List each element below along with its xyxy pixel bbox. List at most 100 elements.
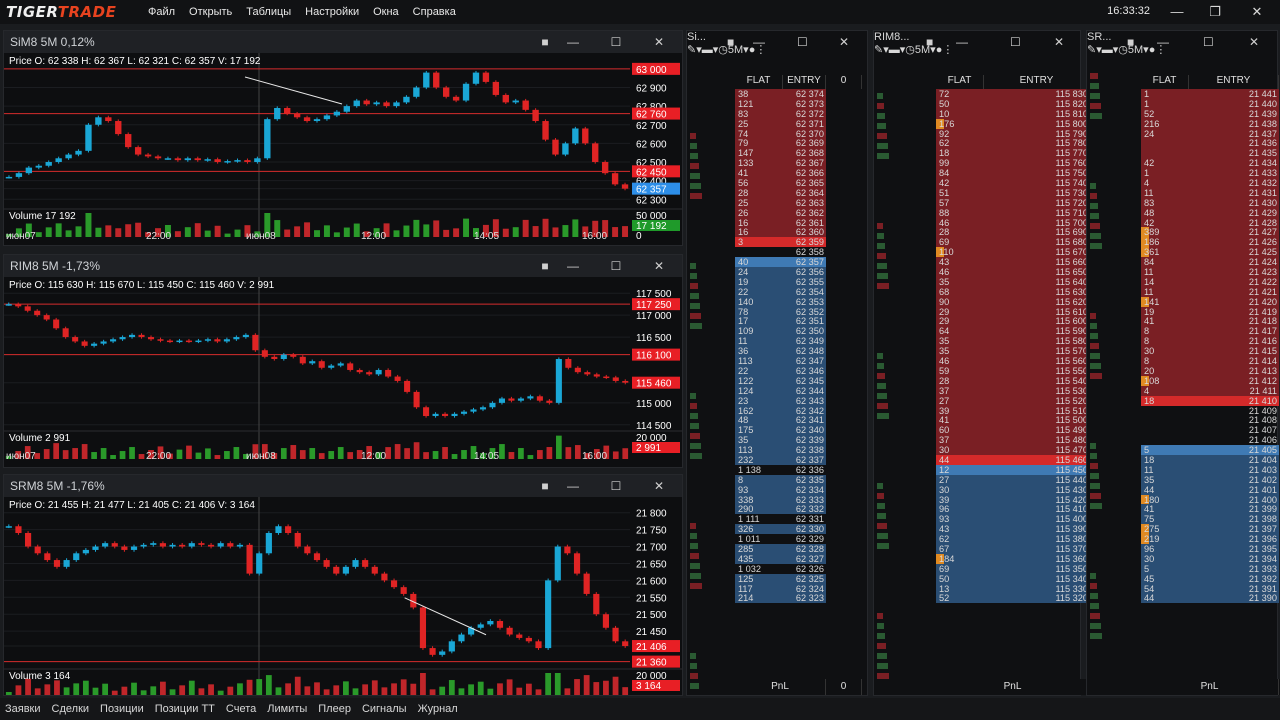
dom-volume[interactable]: 275 (1141, 524, 1189, 534)
dom-price[interactable]: 62 344 (783, 385, 826, 396)
dom-volume[interactable]: 44 (1141, 593, 1189, 603)
dom-price[interactable]: 62 353 (783, 296, 826, 307)
dom-price[interactable]: 21 416 (1189, 336, 1279, 346)
dom-row[interactable]: 45 21 392 (1141, 573, 1279, 584)
dom-volume[interactable] (1141, 406, 1189, 416)
dom-price[interactable]: 21 438 (1189, 118, 1279, 129)
dom-price[interactable]: 115 320 (984, 593, 1090, 603)
dom-price[interactable]: 62 363 (783, 197, 826, 208)
dom-price[interactable]: 115 760 (984, 158, 1090, 168)
dom-price[interactable]: 115 340 (984, 573, 1090, 584)
dom-volume[interactable]: 16 (735, 227, 783, 237)
dom-row[interactable]: 36 62 348 (735, 346, 826, 356)
dom-price[interactable]: 115 330 (984, 583, 1090, 593)
dom-volume[interactable]: 35 (936, 336, 984, 346)
dom-row[interactable]: 5 21 393 (1141, 563, 1279, 574)
dom-price[interactable]: 21 430 (1189, 197, 1279, 208)
dom-price[interactable]: 62 341 (783, 415, 826, 425)
folder-icon[interactable]: ▬ (1102, 44, 1113, 56)
dom-volume[interactable]: 5 (1141, 563, 1189, 574)
dom-volume[interactable]: 52 (936, 593, 984, 603)
dom-row[interactable]: 180 21 400 (1141, 494, 1279, 504)
dom-row[interactable]: 175 62 340 (735, 425, 826, 435)
dom-volume[interactable]: 45 (1141, 573, 1189, 584)
dom-volume[interactable]: 29 (936, 306, 984, 317)
dom-row[interactable]: 184 115 360 (936, 553, 1090, 564)
dom-volume[interactable]: 90 (936, 296, 984, 307)
chart-panel-srm8[interactable]: SRM8 5M -1,76% ■ — ☐ ✕ Price O: 21 455 H… (3, 474, 683, 696)
folder-icon[interactable]: ▬ (889, 44, 900, 56)
dom-price[interactable]: 21 434 (1189, 158, 1279, 168)
dom-price[interactable]: 62 338 (783, 445, 826, 455)
dom-row[interactable]: 39 115 510 (936, 405, 1090, 415)
dom-volume[interactable]: 147 (735, 148, 783, 158)
dom-volume[interactable]: 435 (735, 553, 783, 564)
dom-row[interactable]: 10 115 810 (936, 108, 1090, 119)
dom-price[interactable]: 21 423 (1189, 267, 1279, 277)
dom-price[interactable]: 62 370 (783, 128, 826, 139)
dom-volume[interactable]: 93 (735, 484, 783, 495)
dom-row[interactable]: 46 115 650 (936, 267, 1090, 277)
dom-price[interactable]: 115 450 (984, 464, 1090, 475)
dom-price[interactable]: 21 408 (1189, 415, 1279, 425)
menu-windows[interactable]: Окна (373, 6, 399, 18)
dom-volume[interactable]: 3 (735, 237, 783, 247)
dom-row[interactable]: 25 62 363 (735, 197, 826, 208)
dom-volume[interactable]: 18 (936, 148, 984, 158)
dom-price[interactable]: 115 780 (984, 138, 1090, 148)
dom-volume[interactable]: 175 (735, 425, 783, 435)
dom-price[interactable]: 115 630 (984, 286, 1090, 297)
dom-row[interactable]: 35 115 640 (936, 276, 1090, 287)
dom-row[interactable]: 41 21 418 (1141, 316, 1279, 326)
dom-price[interactable]: 21 410 (1189, 395, 1279, 406)
dom-volume[interactable]: 11 (1141, 286, 1189, 297)
menu-settings[interactable]: Настройки (305, 6, 359, 18)
close-icon[interactable]: ✕ (839, 35, 849, 49)
dom-volume[interactable]: 60 (936, 425, 984, 435)
dom-volume[interactable]: 52 (1141, 108, 1189, 119)
dom-row[interactable]: 133 62 367 (735, 158, 826, 168)
more-icon[interactable]: ⋮ (942, 44, 953, 56)
dom-volume[interactable]: 140 (735, 296, 783, 307)
dom-volume[interactable] (1141, 415, 1189, 425)
dom-price[interactable]: 115 370 (984, 543, 1090, 554)
dom-row[interactable]: 62 115 780 (936, 138, 1090, 148)
dom-row[interactable]: 69 115 680 (936, 237, 1090, 247)
close-icon[interactable]: ✕ (1054, 35, 1064, 49)
dom-row[interactable]: 44 115 460 (936, 454, 1090, 465)
dom-volume[interactable]: 35 (1141, 474, 1189, 485)
dom-volume[interactable]: 37 (936, 385, 984, 396)
dom-row[interactable]: 30 115 430 (936, 484, 1090, 495)
dom-volume[interactable]: 36 (735, 346, 783, 356)
dom-price[interactable]: 21 396 (1189, 534, 1279, 544)
dom-price[interactable]: 115 790 (984, 128, 1090, 139)
dom-volume[interactable]: 186 (1141, 237, 1189, 247)
dom-row[interactable]: 84 115 750 (936, 168, 1090, 178)
dom-price[interactable]: 62 351 (783, 316, 826, 326)
dom-volume[interactable]: 48 (1141, 207, 1189, 218)
dom-price[interactable]: 21 404 (1189, 454, 1279, 465)
dom-row[interactable]: 219 21 396 (1141, 534, 1279, 544)
dom-volume[interactable]: 326 (735, 524, 783, 534)
close-icon[interactable]: ✕ (650, 477, 668, 495)
dom-row[interactable]: 59 115 550 (936, 365, 1090, 376)
maximize-icon[interactable]: ☐ (1203, 35, 1214, 49)
dom-volume[interactable]: 88 (936, 207, 984, 218)
dom-volume[interactable]: 29 (936, 316, 984, 326)
dom-price[interactable]: 62 334 (783, 484, 826, 495)
dom-row[interactable]: 24 62 356 (735, 267, 826, 277)
dom-price[interactable]: 21 405 (1189, 445, 1279, 455)
dom-row[interactable]: 28 115 540 (936, 375, 1090, 386)
dom-row[interactable]: 8 21 417 (1141, 326, 1279, 336)
dom-volume[interactable]: 12 (936, 464, 984, 475)
dom-price[interactable]: 62 358 (783, 247, 826, 257)
dom-volume[interactable]: 176 (936, 118, 984, 129)
dom-volume[interactable]: 162 (735, 405, 783, 415)
dom-volume[interactable]: 18 (1141, 454, 1189, 465)
dom-price[interactable]: 21 441 (1189, 89, 1279, 99)
dom-volume[interactable]: 72 (936, 89, 984, 99)
dom-volume[interactable]: 24 (735, 267, 783, 277)
dom-row[interactable]: 140 62 353 (735, 296, 826, 307)
dom-price[interactable]: 62 365 (783, 178, 826, 188)
dom-volume[interactable]: 96 (936, 504, 984, 514)
